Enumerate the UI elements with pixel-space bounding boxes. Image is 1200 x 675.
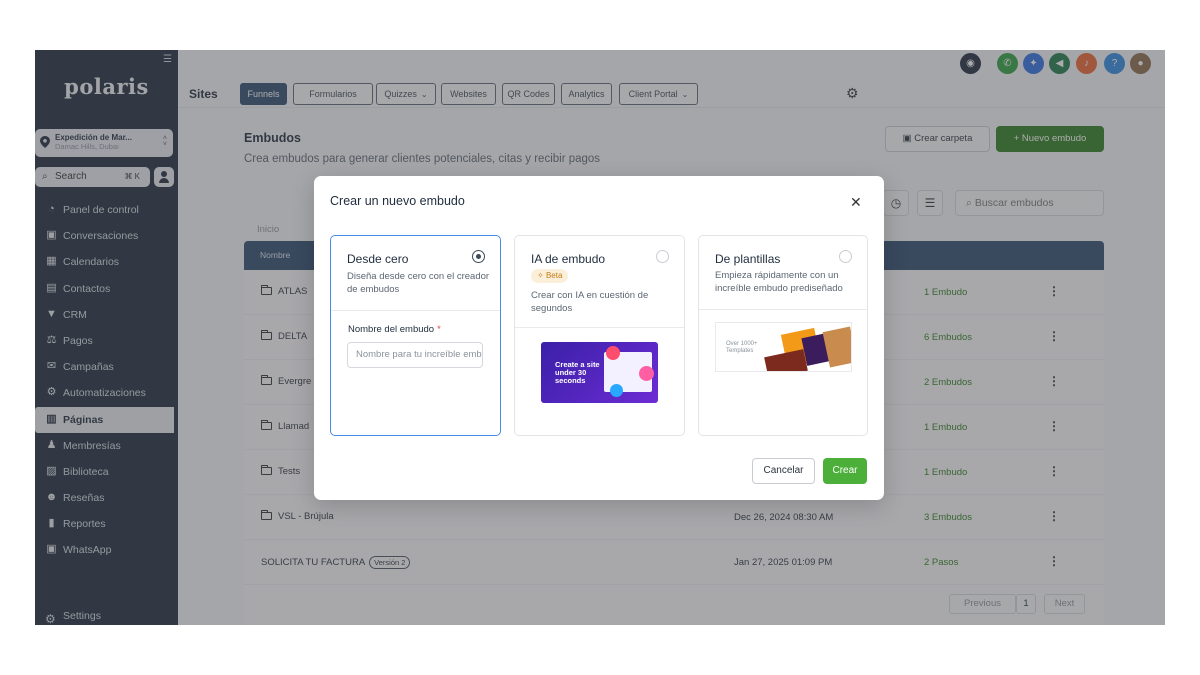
promo-dot [606,346,620,360]
option-templates[interactable]: De plantillas Empieza rápidamente con un… [698,235,868,436]
promo-dot [610,384,623,397]
option-radio[interactable] [656,250,669,263]
option-description: Diseña desde cero con el creador de embu… [347,271,490,295]
close-icon[interactable]: ✕ [850,194,862,211]
required-marker: * [437,324,441,335]
app-window: ☰ polaris Expedición de Mar... Damac Hil… [35,50,1165,625]
beta-badge: ✧ Beta [531,269,569,283]
create-funnel-modal: Crear un nuevo embudo ✕ Desde cero Diseñ… [314,176,884,500]
divider [699,309,867,310]
option-title: De plantillas [715,252,781,266]
cancel-button[interactable]: Cancelar [752,458,815,484]
funnel-name-label-text: Nombre del embudo [348,324,435,335]
ai-promo-image: Create a site under 30 seconds [541,342,658,403]
option-radio[interactable] [839,250,852,263]
option-title: Desde cero [347,252,409,266]
modal-title: Crear un nuevo embudo [330,194,465,208]
divider [331,310,500,311]
option-ai-funnel[interactable]: IA de embudo ✧ Beta Crear con IA en cues… [514,235,685,436]
sparkle-icon: ✧ [537,271,546,280]
funnel-name-label: Nombre del embudo * [348,324,441,335]
option-description: Empieza rápidamente con un increíble emb… [715,270,843,294]
create-button[interactable]: Crear [823,458,867,484]
templates-text: Over 1000+ Templates [726,341,758,354]
option-title: IA de embudo [531,252,606,266]
option-radio[interactable] [472,250,485,263]
option-description: Crear con IA en cuestión de segundos [531,290,649,314]
option-from-scratch[interactable]: Desde cero Diseña desde cero con el crea… [330,235,501,436]
promo-dot [639,366,654,381]
funnel-name-input[interactable]: Nombre para tu increíble embudo [347,342,483,368]
divider [515,327,684,328]
templates-preview-image: Over 1000+ Templates [715,322,852,372]
beta-label: Beta [545,271,563,280]
promo-text: Create a site under 30 seconds [555,360,600,385]
